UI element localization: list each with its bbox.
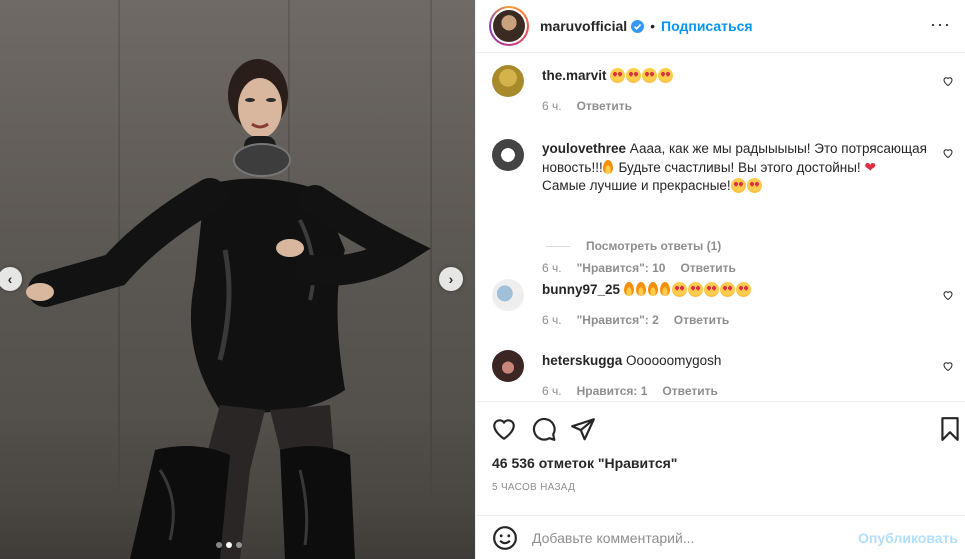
post-photo[interactable]: ‹ › (0, 0, 475, 559)
replies-line (546, 245, 570, 247)
post-panel: maruvofficial • Подписаться ··· the.marv… (475, 0, 965, 559)
comment-text: the.marvit (542, 67, 937, 85)
comment-likes[interactable]: "Нравится": 2 (577, 313, 659, 327)
comment-time[interactable]: 6 ч. (542, 384, 562, 398)
commenter-avatar[interactable] (492, 65, 524, 97)
heart-icon[interactable] (942, 289, 954, 301)
add-comment-bar: Опубликовать (476, 515, 965, 559)
commenter-username[interactable]: youlovethree (542, 141, 626, 156)
heart-icon[interactable] (942, 75, 954, 87)
header-separator: • (650, 18, 656, 34)
publish-button[interactable]: Опубликовать (858, 530, 958, 546)
more-icon[interactable]: ··· (930, 14, 951, 35)
comment-text: heterskugga Oooooomygosh (542, 353, 722, 368)
comment-likes[interactable]: "Нравится": 10 (577, 261, 666, 275)
carousel-dot (216, 542, 222, 548)
action-bar (476, 401, 965, 453)
post-header: maruvofficial • Подписаться ··· (476, 0, 965, 53)
commenter-avatar[interactable] (492, 139, 524, 171)
red-heart-emoji: ❤ (864, 159, 877, 175)
heart-icon[interactable] (942, 147, 954, 159)
reply-button[interactable]: Ответить (662, 384, 717, 398)
heart-icon[interactable] (942, 360, 954, 372)
commenter-avatar[interactable] (492, 350, 524, 382)
model-figure (26, 59, 431, 559)
carousel-dot (236, 542, 242, 548)
author-username[interactable]: maruvofficial (540, 18, 627, 34)
carousel-dot-active (226, 542, 232, 548)
reply-button[interactable]: Ответить (674, 313, 729, 327)
comment-time[interactable]: 6 ч. (542, 99, 562, 113)
comment-meta: 6 ч. Нравится: 1 Ответить (542, 384, 718, 398)
heart-icon[interactable] (491, 416, 517, 442)
author-avatar[interactable] (489, 6, 529, 46)
emoji-star-struck (610, 68, 674, 83)
commenter-username[interactable]: bunny97_25 (542, 282, 620, 297)
comment-time[interactable]: 6 ч. (542, 313, 562, 327)
chevron-right-icon: › (448, 271, 454, 287)
comment-likes[interactable]: Нравится: 1 (577, 384, 648, 398)
likes-count[interactable]: 46 536 отметок "Нравится" (492, 455, 677, 471)
comment-text: youlovethree Аааа, как же мы радыыыыы! Э… (542, 141, 927, 193)
share-icon[interactable] (570, 416, 596, 442)
chevron-left-icon: ‹ (7, 271, 13, 287)
comment-meta: 6 ч. Ответить (542, 99, 632, 113)
view-replies-button[interactable]: Посмотреть ответы (1) (546, 239, 721, 253)
emoji-row (623, 282, 752, 297)
comment-time[interactable]: 6 ч. (542, 261, 562, 275)
post-time[interactable]: 5 ЧАСОВ НАЗАД (492, 482, 575, 493)
follow-button[interactable]: Подписаться (661, 18, 753, 34)
carousel-next-button[interactable]: › (439, 267, 463, 291)
comment-meta: 6 ч. "Нравится": 10 Ответить (542, 261, 736, 275)
comment-input[interactable] (532, 529, 852, 546)
reply-button[interactable]: Ответить (680, 261, 735, 275)
comment-icon[interactable] (531, 416, 557, 442)
comment-text: bunny97_25 (542, 281, 937, 299)
carousel-dots (216, 542, 242, 548)
commenter-username[interactable]: heterskugga (542, 353, 622, 368)
commenter-avatar[interactable] (492, 279, 524, 311)
emoji-icon[interactable] (492, 525, 518, 551)
comments-list: the.marvit 6 ч. Ответить youlovethree Аа… (476, 53, 965, 401)
comment-meta: 6 ч. "Нравится": 2 Ответить (542, 313, 729, 327)
verified-icon (631, 19, 645, 33)
bookmark-icon[interactable] (937, 416, 963, 442)
commenter-username[interactable]: the.marvit (542, 68, 607, 83)
reply-button[interactable]: Ответить (577, 99, 632, 113)
